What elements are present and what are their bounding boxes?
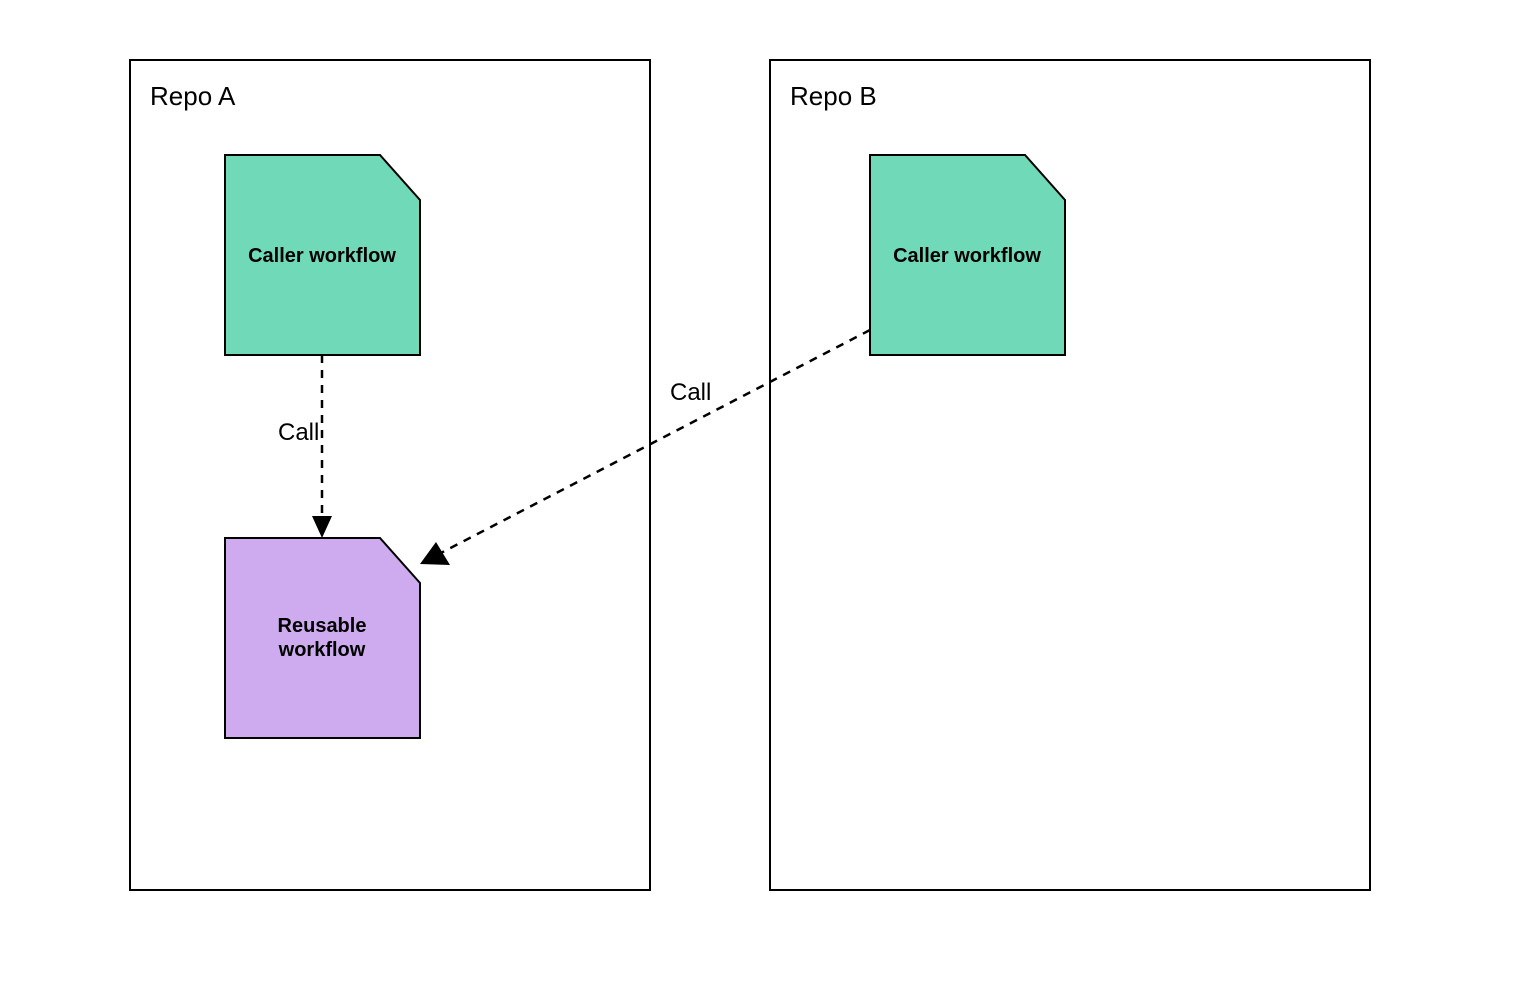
reusable-workflow-label-line2: workflow bbox=[278, 639, 366, 661]
caller-workflow-b: Caller workflow bbox=[870, 155, 1065, 355]
repo-b-label: Repo B bbox=[790, 81, 877, 111]
edge-label-call-a: Call bbox=[278, 419, 319, 446]
edge-label-call-b: Call bbox=[670, 379, 711, 406]
reusable-workflow: Reusable workflow bbox=[225, 538, 420, 738]
workflow-diagram: Repo A Repo B Caller workflow Reusable w… bbox=[0, 0, 1540, 995]
repo-b-box: Repo B bbox=[770, 60, 1370, 890]
caller-workflow-b-label: Caller workflow bbox=[893, 245, 1041, 267]
repo-a-label: Repo A bbox=[150, 81, 236, 111]
caller-workflow-a-label: Caller workflow bbox=[248, 245, 396, 267]
caller-workflow-a: Caller workflow bbox=[225, 155, 420, 355]
reusable-workflow-label-line1: Reusable bbox=[278, 615, 367, 637]
